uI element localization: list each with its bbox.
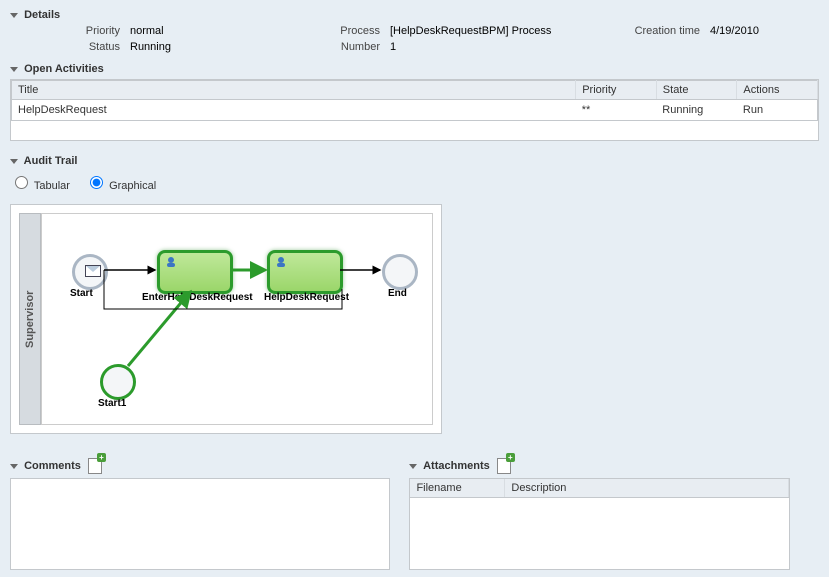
attachments-title: Attachments	[423, 460, 490, 472]
attachments-table-container: Filename Description	[409, 478, 789, 570]
audit-trail-title: Audit Trail	[24, 155, 78, 167]
details-title: Details	[24, 9, 60, 21]
radio-graphical-label: Graphical	[109, 180, 156, 192]
col-filename[interactable]: Filename	[410, 479, 504, 498]
priority-label: Priority	[40, 25, 120, 37]
collapse-icon	[409, 464, 417, 469]
process-label: Process	[320, 25, 380, 37]
number-label: Number	[320, 41, 380, 53]
radio-graphical-input[interactable]	[90, 176, 103, 189]
open-activities-title: Open Activities	[24, 63, 104, 75]
radio-tabular-input[interactable]	[15, 176, 28, 189]
collapse-icon	[10, 464, 18, 469]
status-value: Running	[130, 41, 310, 53]
details-section: Details Priority normal Process [HelpDes…	[0, 0, 829, 575]
comments-title: Comments	[24, 460, 81, 472]
cell-action-run[interactable]: Run	[737, 100, 818, 121]
col-title[interactable]: Title	[12, 81, 576, 100]
details-grid: Priority normal Process [HelpDeskRequest…	[40, 25, 819, 53]
comments-panel: Comments	[10, 454, 390, 570]
comments-header[interactable]: Comments	[10, 458, 390, 474]
cell-state: Running	[656, 100, 737, 121]
collapse-icon	[10, 13, 18, 18]
cell-title: HelpDeskRequest	[12, 100, 576, 121]
table-row[interactable]: HelpDeskRequest ** Running Run	[12, 100, 818, 121]
col-state[interactable]: State	[656, 81, 737, 100]
priority-value: normal	[130, 25, 310, 37]
attachments-panel: Attachments Filename Description	[409, 454, 789, 570]
collapse-icon	[10, 159, 18, 164]
creation-label: Creation time	[620, 25, 700, 37]
status-label: Status	[40, 41, 120, 53]
bottom-panels: Comments Attachments Filename Descriptio…	[10, 454, 819, 570]
col-actions[interactable]: Actions	[737, 81, 818, 100]
lane-supervisor: Supervisor	[19, 213, 41, 425]
diagram-canvas[interactable]: Start EnterHelpDeskRequest HelpDeskReque…	[41, 213, 433, 425]
diagram-container: Supervisor Start EnterHelpDeskRequest He…	[10, 204, 442, 434]
add-attachment-icon[interactable]	[497, 458, 511, 474]
open-activities-table: Title Priority State Actions HelpDeskReq…	[11, 80, 818, 121]
number-value: 1	[390, 41, 610, 53]
audit-view-toggle: Tabular Graphical	[10, 173, 819, 192]
creation-value: 4/19/2010	[710, 25, 829, 37]
audit-trail-header[interactable]: Audit Trail	[10, 155, 819, 167]
cell-priority[interactable]: **	[576, 100, 657, 121]
attachments-header[interactable]: Attachments	[409, 458, 789, 474]
radio-tabular[interactable]: Tabular	[10, 180, 73, 192]
open-activities-table-container: Title Priority State Actions HelpDeskReq…	[10, 79, 819, 141]
process-value: [HelpDeskRequestBPM] Process	[390, 25, 610, 37]
radio-tabular-label: Tabular	[34, 180, 70, 192]
comments-list	[10, 478, 390, 570]
attachments-table: Filename Description	[410, 479, 788, 498]
add-comment-icon[interactable]	[88, 458, 102, 474]
open-activities-header[interactable]: Open Activities	[10, 63, 819, 75]
col-description[interactable]: Description	[505, 479, 788, 498]
col-priority[interactable]: Priority	[576, 81, 657, 100]
collapse-icon	[10, 67, 18, 72]
diagram-connectors	[42, 214, 432, 424]
details-header[interactable]: Details	[10, 9, 819, 21]
radio-graphical[interactable]: Graphical	[85, 180, 156, 192]
